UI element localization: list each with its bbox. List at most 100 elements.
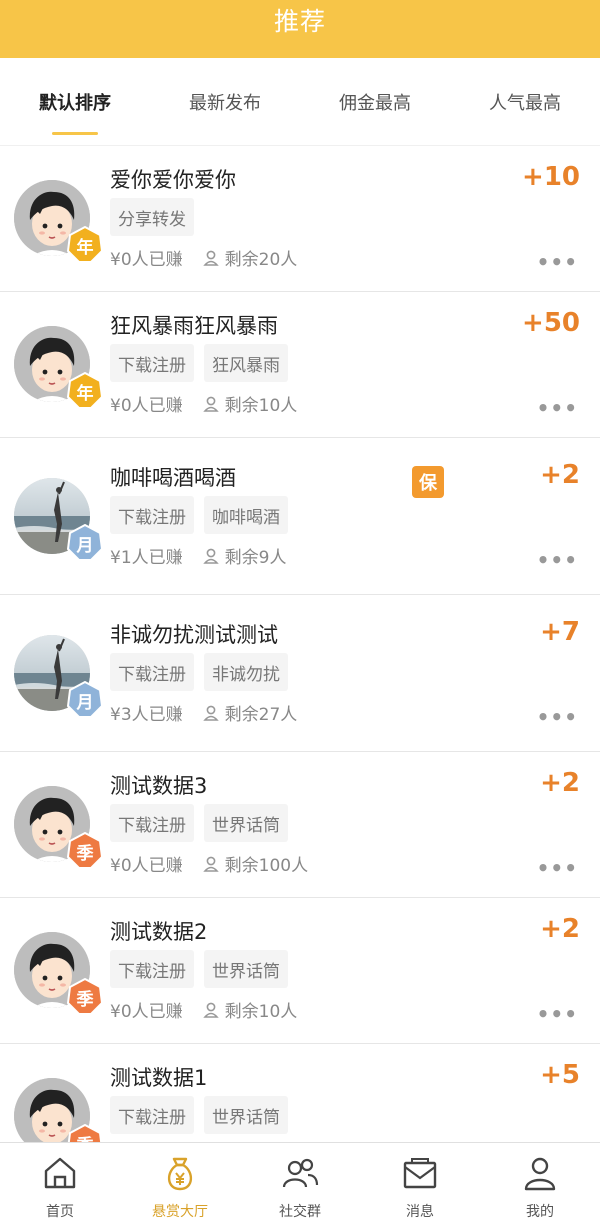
task-title: 狂风暴雨狂风暴雨	[110, 314, 278, 338]
task-card[interactable]: 年 狂风暴雨狂风暴雨 +50 下载注册 狂风暴雨 ¥0人已赚 剩余10人 •••	[0, 292, 600, 438]
profile-icon	[520, 1153, 560, 1197]
task-tag: 下载注册	[110, 653, 194, 691]
task-tag: 世界话筒	[204, 1096, 288, 1134]
task-tags: 下载注册 咖啡喝酒	[110, 496, 288, 534]
level-badge-label: 季	[77, 1131, 94, 1143]
avatar-container[interactable]: 季	[14, 1078, 103, 1142]
task-tag: 世界话筒	[204, 804, 288, 842]
task-tag: 下载注册	[110, 1096, 194, 1134]
task-tag: 非诚勿扰	[204, 653, 288, 691]
earned-count: ¥0人已赚	[110, 1002, 183, 1022]
task-tags: 下载注册 世界话筒	[110, 804, 288, 842]
task-tags: 分享转发	[110, 198, 194, 236]
tabbar-item-0[interactable]: 首页	[0, 1143, 120, 1225]
reward-amount: +7	[540, 617, 580, 647]
reward-amount: +50	[522, 308, 580, 338]
person-icon	[202, 1002, 219, 1018]
group-icon	[280, 1153, 320, 1197]
tabbar-item-3[interactable]: 消息	[360, 1143, 480, 1225]
sort-tab-1[interactable]: 最新发布	[150, 58, 300, 145]
person-icon	[202, 548, 219, 564]
reward-amount: +2	[540, 914, 580, 944]
tabbar-label: 社交群	[279, 1204, 321, 1220]
remaining-count: 剩余9人	[224, 548, 287, 568]
task-list: 年 爱你爱你爱你 +10 分享转发 ¥0人已赚 剩余20人 ••• 年 狂风暴雨…	[0, 146, 600, 1142]
app-header: 推荐	[0, 0, 600, 58]
level-badge: 季	[66, 1124, 104, 1142]
tabbar-label: 我的	[526, 1204, 554, 1220]
task-card[interactable]: 年 爱你爱你爱你 +10 分享转发 ¥0人已赚 剩余20人 •••	[0, 146, 600, 292]
task-meta: ¥0人已赚 剩余10人	[110, 391, 297, 416]
level-badge: 季	[66, 832, 104, 870]
earned-count: ¥0人已赚	[110, 250, 183, 270]
task-card[interactable]: 月 咖啡喝酒喝酒 +2 保 下载注册 咖啡喝酒 ¥1人已赚 剩余9人 •••	[0, 438, 600, 595]
level-badge: 年	[66, 372, 104, 410]
remaining-count: 剩余100人	[224, 856, 309, 876]
page-title: 推荐	[273, 7, 326, 36]
person-icon	[202, 856, 219, 872]
level-badge: 月	[66, 681, 104, 719]
level-badge-label: 季	[76, 843, 94, 864]
task-tags: 下载注册 世界话筒	[110, 950, 288, 988]
more-options-icon[interactable]: •••	[537, 856, 578, 880]
task-tag: 分享转发	[110, 198, 194, 236]
avatar-container[interactable]: 月	[14, 478, 104, 561]
task-meta: ¥0人已赚 剩余100人	[110, 851, 308, 876]
tabbar-label: 首页	[46, 1204, 74, 1220]
earned-count: ¥1人已赚	[110, 548, 183, 568]
level-badge-label: 季	[76, 989, 94, 1010]
remaining-count: 剩余10人	[224, 1002, 298, 1022]
remaining-count: 剩余27人	[224, 705, 298, 725]
tabbar-item-1[interactable]: 悬赏大厅	[120, 1143, 240, 1225]
tabbar-item-2[interactable]: 社交群	[240, 1143, 360, 1225]
avatar-container[interactable]: 季	[14, 786, 104, 869]
tabbar-item-4[interactable]: 我的	[480, 1143, 600, 1225]
mail-icon	[400, 1153, 440, 1197]
task-card[interactable]: 季 测试数据2 +2 下载注册 世界话筒 ¥0人已赚 剩余10人 •••	[0, 898, 600, 1044]
task-card[interactable]: 季 测试数据3 +2 下载注册 世界话筒 ¥0人已赚 剩余100人 •••	[0, 752, 600, 898]
task-tag: 下载注册	[110, 344, 194, 382]
level-badge-label: 月	[76, 692, 94, 713]
level-badge: 月	[66, 524, 104, 562]
more-options-icon[interactable]: •••	[537, 1002, 578, 1026]
sort-tab-0[interactable]: 默认排序	[0, 58, 150, 145]
guarantee-badge: 保	[412, 466, 444, 498]
person-icon	[202, 705, 219, 721]
more-options-icon[interactable]: •••	[537, 705, 578, 729]
task-tag: 世界话筒	[204, 950, 288, 988]
task-tag: 下载注册	[110, 804, 194, 842]
task-title: 测试数据2	[110, 920, 208, 944]
task-meta: ¥0人已赚 剩余10人	[110, 997, 297, 1022]
sort-tab-3[interactable]: 人气最高	[450, 58, 600, 145]
task-card[interactable]: 月 非诚勿扰测试测试 +7 下载注册 非诚勿扰 ¥3人已赚 剩余27人 •••	[0, 595, 600, 752]
remaining-count: 剩余10人	[224, 396, 298, 416]
avatar-container[interactable]: 年	[14, 326, 104, 409]
task-title: 测试数据1	[110, 1066, 208, 1090]
task-tag: 下载注册	[110, 950, 194, 988]
more-options-icon[interactable]: •••	[537, 548, 578, 572]
task-tags: 下载注册 非诚勿扰	[110, 653, 288, 691]
task-tag: 下载注册	[110, 496, 194, 534]
person-icon	[202, 396, 219, 412]
avatar-container[interactable]: 月	[14, 635, 104, 718]
task-title: 爱你爱你爱你	[110, 168, 236, 192]
task-meta: ¥3人已赚 剩余27人	[110, 700, 297, 725]
earned-count: ¥3人已赚	[110, 705, 183, 725]
level-badge-label: 月	[76, 535, 94, 556]
reward-amount: +5	[540, 1060, 580, 1090]
avatar-container[interactable]: 年	[14, 180, 104, 263]
level-badge-label: 年	[76, 237, 94, 258]
bottom-tabbar: 首页 悬赏大厅 社交群 消息 我的	[0, 1142, 600, 1225]
more-options-icon[interactable]: •••	[537, 396, 578, 420]
level-badge: 季	[66, 978, 104, 1016]
more-options-icon[interactable]: •••	[537, 250, 578, 274]
tabbar-label: 消息	[406, 1204, 434, 1220]
task-tag: 咖啡喝酒	[204, 496, 288, 534]
money-bag-icon	[160, 1153, 200, 1197]
level-badge: 年	[66, 226, 104, 264]
task-tags: 下载注册 狂风暴雨	[110, 344, 288, 382]
avatar-container[interactable]: 季	[14, 932, 104, 1015]
reward-amount: +2	[540, 768, 580, 798]
task-card[interactable]: 季 测试数据1 +5 下载注册世界话筒 ¥1人已赚 剩余20人 •••	[0, 1044, 600, 1142]
sort-tab-2[interactable]: 佣金最高	[300, 58, 450, 145]
